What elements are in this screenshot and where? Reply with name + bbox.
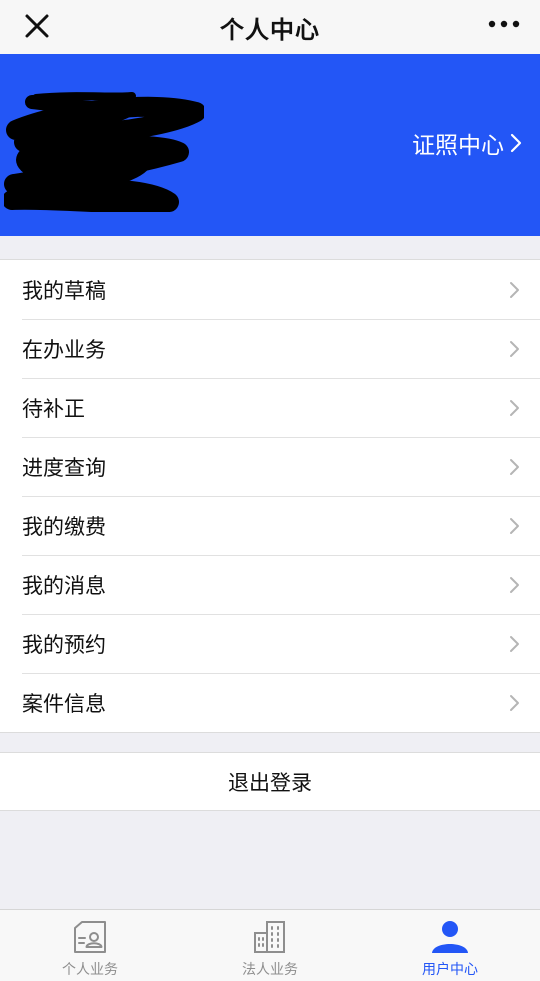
menu-item-messages[interactable]: 我的消息 [0, 555, 540, 614]
tab-label: 个人业务 [62, 962, 118, 978]
user-icon [430, 918, 470, 956]
chevron-right-icon [510, 341, 519, 357]
profile-banner: 证照中心 [0, 54, 540, 236]
menu-item-label: 待补正 [22, 396, 85, 421]
menu-item-drafts[interactable]: 我的草稿 [0, 260, 540, 319]
menu-item-label: 我的预约 [22, 632, 106, 657]
building-icon [250, 918, 290, 956]
menu-item-label: 我的草稿 [22, 278, 106, 303]
logout-label: 退出登录 [228, 770, 312, 795]
chevron-right-icon [510, 636, 519, 652]
top-nav-bar: 个人中心 [0, 0, 540, 54]
chevron-right-icon [510, 695, 519, 711]
chevron-right-icon [510, 459, 519, 475]
more-dots-icon[interactable] [486, 12, 522, 36]
chevron-right-icon [510, 518, 519, 534]
id-card-icon [70, 918, 110, 956]
menu-item-case-info[interactable]: 案件信息 [0, 673, 540, 732]
chevron-right-icon [510, 282, 519, 298]
menu-item-label: 案件信息 [22, 691, 106, 716]
tab-label: 法人业务 [242, 962, 298, 978]
menu-item-label: 我的缴费 [22, 514, 106, 539]
logout-button[interactable]: 退出登录 [0, 752, 540, 811]
chevron-right-icon [510, 577, 519, 593]
menu-list: 我的草稿 在办业务 待补正 进度查询 我的缴费 我的消息 我的预约 案件信息 [0, 259, 540, 733]
redacted-profile-scribble [4, 92, 204, 212]
menu-item-payments[interactable]: 我的缴费 [0, 496, 540, 555]
page-title: 个人中心 [220, 15, 320, 44]
menu-item-appointments[interactable]: 我的预约 [0, 614, 540, 673]
menu-item-label: 我的消息 [22, 573, 106, 598]
menu-item-in-progress[interactable]: 在办业务 [0, 319, 540, 378]
menu-item-pending-correction[interactable]: 待补正 [0, 378, 540, 437]
certificate-center-label: 证照中心 [412, 133, 504, 159]
menu-item-label: 进度查询 [22, 455, 106, 480]
tab-user-center[interactable]: 用户中心 [360, 910, 540, 981]
close-icon[interactable] [20, 9, 54, 43]
tab-label: 用户中心 [422, 962, 478, 978]
tab-personal-business[interactable]: 个人业务 [0, 910, 180, 981]
tab-legal-entity-business[interactable]: 法人业务 [180, 910, 360, 981]
menu-item-progress-query[interactable]: 进度查询 [0, 437, 540, 496]
chevron-right-icon [510, 400, 519, 416]
menu-item-label: 在办业务 [22, 337, 106, 362]
bottom-tab-bar: 个人业务 法人业务 用户中心 [0, 909, 540, 981]
chevron-right-icon [510, 133, 522, 153]
certificate-center-link[interactable]: 证照中心 [412, 126, 522, 160]
